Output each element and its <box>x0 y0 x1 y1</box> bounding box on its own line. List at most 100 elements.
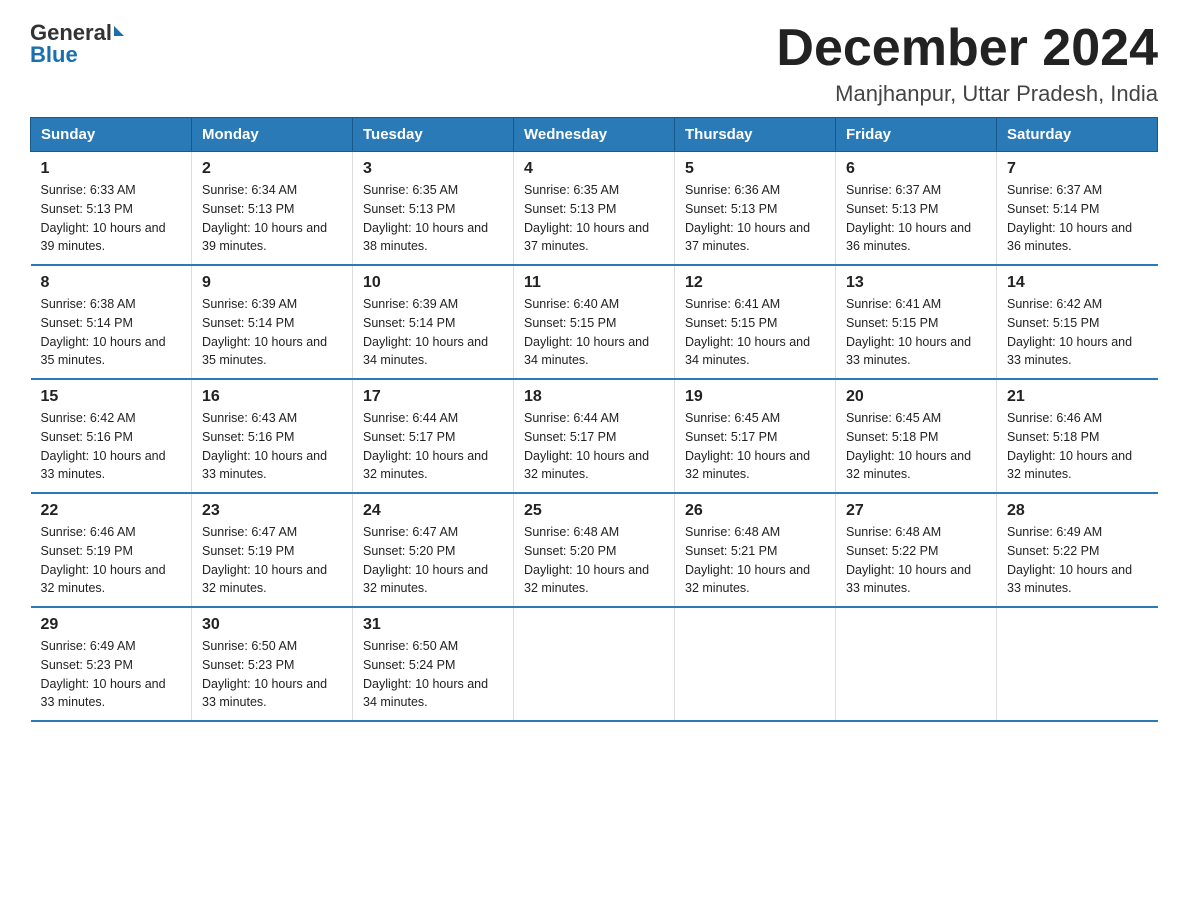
day-info: Sunrise: 6:47 AMSunset: 5:20 PMDaylight:… <box>363 525 488 595</box>
day-number: 6 <box>846 160 986 178</box>
day-number: 13 <box>846 274 986 292</box>
day-info: Sunrise: 6:42 AMSunset: 5:16 PMDaylight:… <box>41 411 166 481</box>
day-info: Sunrise: 6:33 AMSunset: 5:13 PMDaylight:… <box>41 183 166 253</box>
day-info: Sunrise: 6:49 AMSunset: 5:23 PMDaylight:… <box>41 639 166 709</box>
location-title: Manjhanpur, Uttar Pradesh, India <box>776 81 1158 107</box>
day-number: 31 <box>363 616 503 634</box>
calendar-cell: 28 Sunrise: 6:49 AMSunset: 5:22 PMDaylig… <box>997 493 1158 607</box>
day-number: 29 <box>41 616 182 634</box>
day-info: Sunrise: 6:35 AMSunset: 5:13 PMDaylight:… <box>524 183 649 253</box>
calendar-cell <box>514 607 675 721</box>
day-info: Sunrise: 6:46 AMSunset: 5:19 PMDaylight:… <box>41 525 166 595</box>
day-info: Sunrise: 6:41 AMSunset: 5:15 PMDaylight:… <box>846 297 971 367</box>
day-info: Sunrise: 6:35 AMSunset: 5:13 PMDaylight:… <box>363 183 488 253</box>
calendar-week-row: 29 Sunrise: 6:49 AMSunset: 5:23 PMDaylig… <box>31 607 1158 721</box>
calendar-cell: 19 Sunrise: 6:45 AMSunset: 5:17 PMDaylig… <box>675 379 836 493</box>
calendar-cell: 22 Sunrise: 6:46 AMSunset: 5:19 PMDaylig… <box>31 493 192 607</box>
day-number: 25 <box>524 502 664 520</box>
day-info: Sunrise: 6:39 AMSunset: 5:14 PMDaylight:… <box>202 297 327 367</box>
day-info: Sunrise: 6:37 AMSunset: 5:13 PMDaylight:… <box>846 183 971 253</box>
calendar-cell: 3 Sunrise: 6:35 AMSunset: 5:13 PMDayligh… <box>353 152 514 266</box>
day-info: Sunrise: 6:48 AMSunset: 5:21 PMDaylight:… <box>685 525 810 595</box>
calendar-cell: 18 Sunrise: 6:44 AMSunset: 5:17 PMDaylig… <box>514 379 675 493</box>
calendar-cell: 16 Sunrise: 6:43 AMSunset: 5:16 PMDaylig… <box>192 379 353 493</box>
logo-blue-text: Blue <box>30 42 78 67</box>
calendar-cell: 23 Sunrise: 6:47 AMSunset: 5:19 PMDaylig… <box>192 493 353 607</box>
day-number: 24 <box>363 502 503 520</box>
day-info: Sunrise: 6:46 AMSunset: 5:18 PMDaylight:… <box>1007 411 1132 481</box>
calendar-cell <box>997 607 1158 721</box>
day-info: Sunrise: 6:45 AMSunset: 5:18 PMDaylight:… <box>846 411 971 481</box>
calendar-cell: 21 Sunrise: 6:46 AMSunset: 5:18 PMDaylig… <box>997 379 1158 493</box>
day-number: 26 <box>685 502 825 520</box>
calendar-cell: 24 Sunrise: 6:47 AMSunset: 5:20 PMDaylig… <box>353 493 514 607</box>
calendar-cell: 20 Sunrise: 6:45 AMSunset: 5:18 PMDaylig… <box>836 379 997 493</box>
day-info: Sunrise: 6:36 AMSunset: 5:13 PMDaylight:… <box>685 183 810 253</box>
col-header-sunday: Sunday <box>31 118 192 152</box>
day-number: 14 <box>1007 274 1148 292</box>
day-info: Sunrise: 6:39 AMSunset: 5:14 PMDaylight:… <box>363 297 488 367</box>
day-number: 15 <box>41 388 182 406</box>
day-info: Sunrise: 6:44 AMSunset: 5:17 PMDaylight:… <box>363 411 488 481</box>
calendar-table: SundayMondayTuesdayWednesdayThursdayFrid… <box>30 117 1158 722</box>
day-number: 17 <box>363 388 503 406</box>
day-number: 19 <box>685 388 825 406</box>
day-info: Sunrise: 6:42 AMSunset: 5:15 PMDaylight:… <box>1007 297 1132 367</box>
calendar-cell: 6 Sunrise: 6:37 AMSunset: 5:13 PMDayligh… <box>836 152 997 266</box>
col-header-friday: Friday <box>836 118 997 152</box>
day-info: Sunrise: 6:49 AMSunset: 5:22 PMDaylight:… <box>1007 525 1132 595</box>
day-number: 2 <box>202 160 342 178</box>
day-number: 18 <box>524 388 664 406</box>
day-info: Sunrise: 6:47 AMSunset: 5:19 PMDaylight:… <box>202 525 327 595</box>
calendar-cell: 29 Sunrise: 6:49 AMSunset: 5:23 PMDaylig… <box>31 607 192 721</box>
calendar-cell: 1 Sunrise: 6:33 AMSunset: 5:13 PMDayligh… <box>31 152 192 266</box>
calendar-cell: 2 Sunrise: 6:34 AMSunset: 5:13 PMDayligh… <box>192 152 353 266</box>
col-header-monday: Monday <box>192 118 353 152</box>
calendar-cell: 25 Sunrise: 6:48 AMSunset: 5:20 PMDaylig… <box>514 493 675 607</box>
calendar-cell: 14 Sunrise: 6:42 AMSunset: 5:15 PMDaylig… <box>997 265 1158 379</box>
page-header: General Blue December 2024 Manjhanpur, U… <box>30 20 1158 107</box>
day-info: Sunrise: 6:34 AMSunset: 5:13 PMDaylight:… <box>202 183 327 253</box>
calendar-cell <box>675 607 836 721</box>
day-info: Sunrise: 6:50 AMSunset: 5:23 PMDaylight:… <box>202 639 327 709</box>
day-number: 3 <box>363 160 503 178</box>
day-info: Sunrise: 6:48 AMSunset: 5:22 PMDaylight:… <box>846 525 971 595</box>
day-info: Sunrise: 6:40 AMSunset: 5:15 PMDaylight:… <box>524 297 649 367</box>
day-number: 4 <box>524 160 664 178</box>
calendar-cell: 8 Sunrise: 6:38 AMSunset: 5:14 PMDayligh… <box>31 265 192 379</box>
calendar-cell: 5 Sunrise: 6:36 AMSunset: 5:13 PMDayligh… <box>675 152 836 266</box>
day-number: 28 <box>1007 502 1148 520</box>
day-number: 30 <box>202 616 342 634</box>
day-info: Sunrise: 6:41 AMSunset: 5:15 PMDaylight:… <box>685 297 810 367</box>
calendar-cell: 27 Sunrise: 6:48 AMSunset: 5:22 PMDaylig… <box>836 493 997 607</box>
day-info: Sunrise: 6:37 AMSunset: 5:14 PMDaylight:… <box>1007 183 1132 253</box>
month-title: December 2024 <box>776 20 1158 77</box>
day-number: 21 <box>1007 388 1148 406</box>
title-area: December 2024 Manjhanpur, Uttar Pradesh,… <box>776 20 1158 107</box>
calendar-cell: 10 Sunrise: 6:39 AMSunset: 5:14 PMDaylig… <box>353 265 514 379</box>
calendar-cell: 13 Sunrise: 6:41 AMSunset: 5:15 PMDaylig… <box>836 265 997 379</box>
day-info: Sunrise: 6:38 AMSunset: 5:14 PMDaylight:… <box>41 297 166 367</box>
day-info: Sunrise: 6:43 AMSunset: 5:16 PMDaylight:… <box>202 411 327 481</box>
day-number: 16 <box>202 388 342 406</box>
calendar-week-row: 22 Sunrise: 6:46 AMSunset: 5:19 PMDaylig… <box>31 493 1158 607</box>
calendar-cell: 26 Sunrise: 6:48 AMSunset: 5:21 PMDaylig… <box>675 493 836 607</box>
calendar-header-row: SundayMondayTuesdayWednesdayThursdayFrid… <box>31 118 1158 152</box>
calendar-cell: 11 Sunrise: 6:40 AMSunset: 5:15 PMDaylig… <box>514 265 675 379</box>
calendar-cell <box>836 607 997 721</box>
logo-triangle-icon <box>114 26 124 36</box>
calendar-cell: 4 Sunrise: 6:35 AMSunset: 5:13 PMDayligh… <box>514 152 675 266</box>
calendar-cell: 31 Sunrise: 6:50 AMSunset: 5:24 PMDaylig… <box>353 607 514 721</box>
day-number: 1 <box>41 160 182 178</box>
col-header-thursday: Thursday <box>675 118 836 152</box>
day-number: 11 <box>524 274 664 292</box>
day-info: Sunrise: 6:45 AMSunset: 5:17 PMDaylight:… <box>685 411 810 481</box>
day-number: 22 <box>41 502 182 520</box>
day-info: Sunrise: 6:48 AMSunset: 5:20 PMDaylight:… <box>524 525 649 595</box>
calendar-cell: 12 Sunrise: 6:41 AMSunset: 5:15 PMDaylig… <box>675 265 836 379</box>
calendar-cell: 7 Sunrise: 6:37 AMSunset: 5:14 PMDayligh… <box>997 152 1158 266</box>
col-header-saturday: Saturday <box>997 118 1158 152</box>
logo-area: General Blue <box>30 20 124 68</box>
day-number: 12 <box>685 274 825 292</box>
day-number: 9 <box>202 274 342 292</box>
